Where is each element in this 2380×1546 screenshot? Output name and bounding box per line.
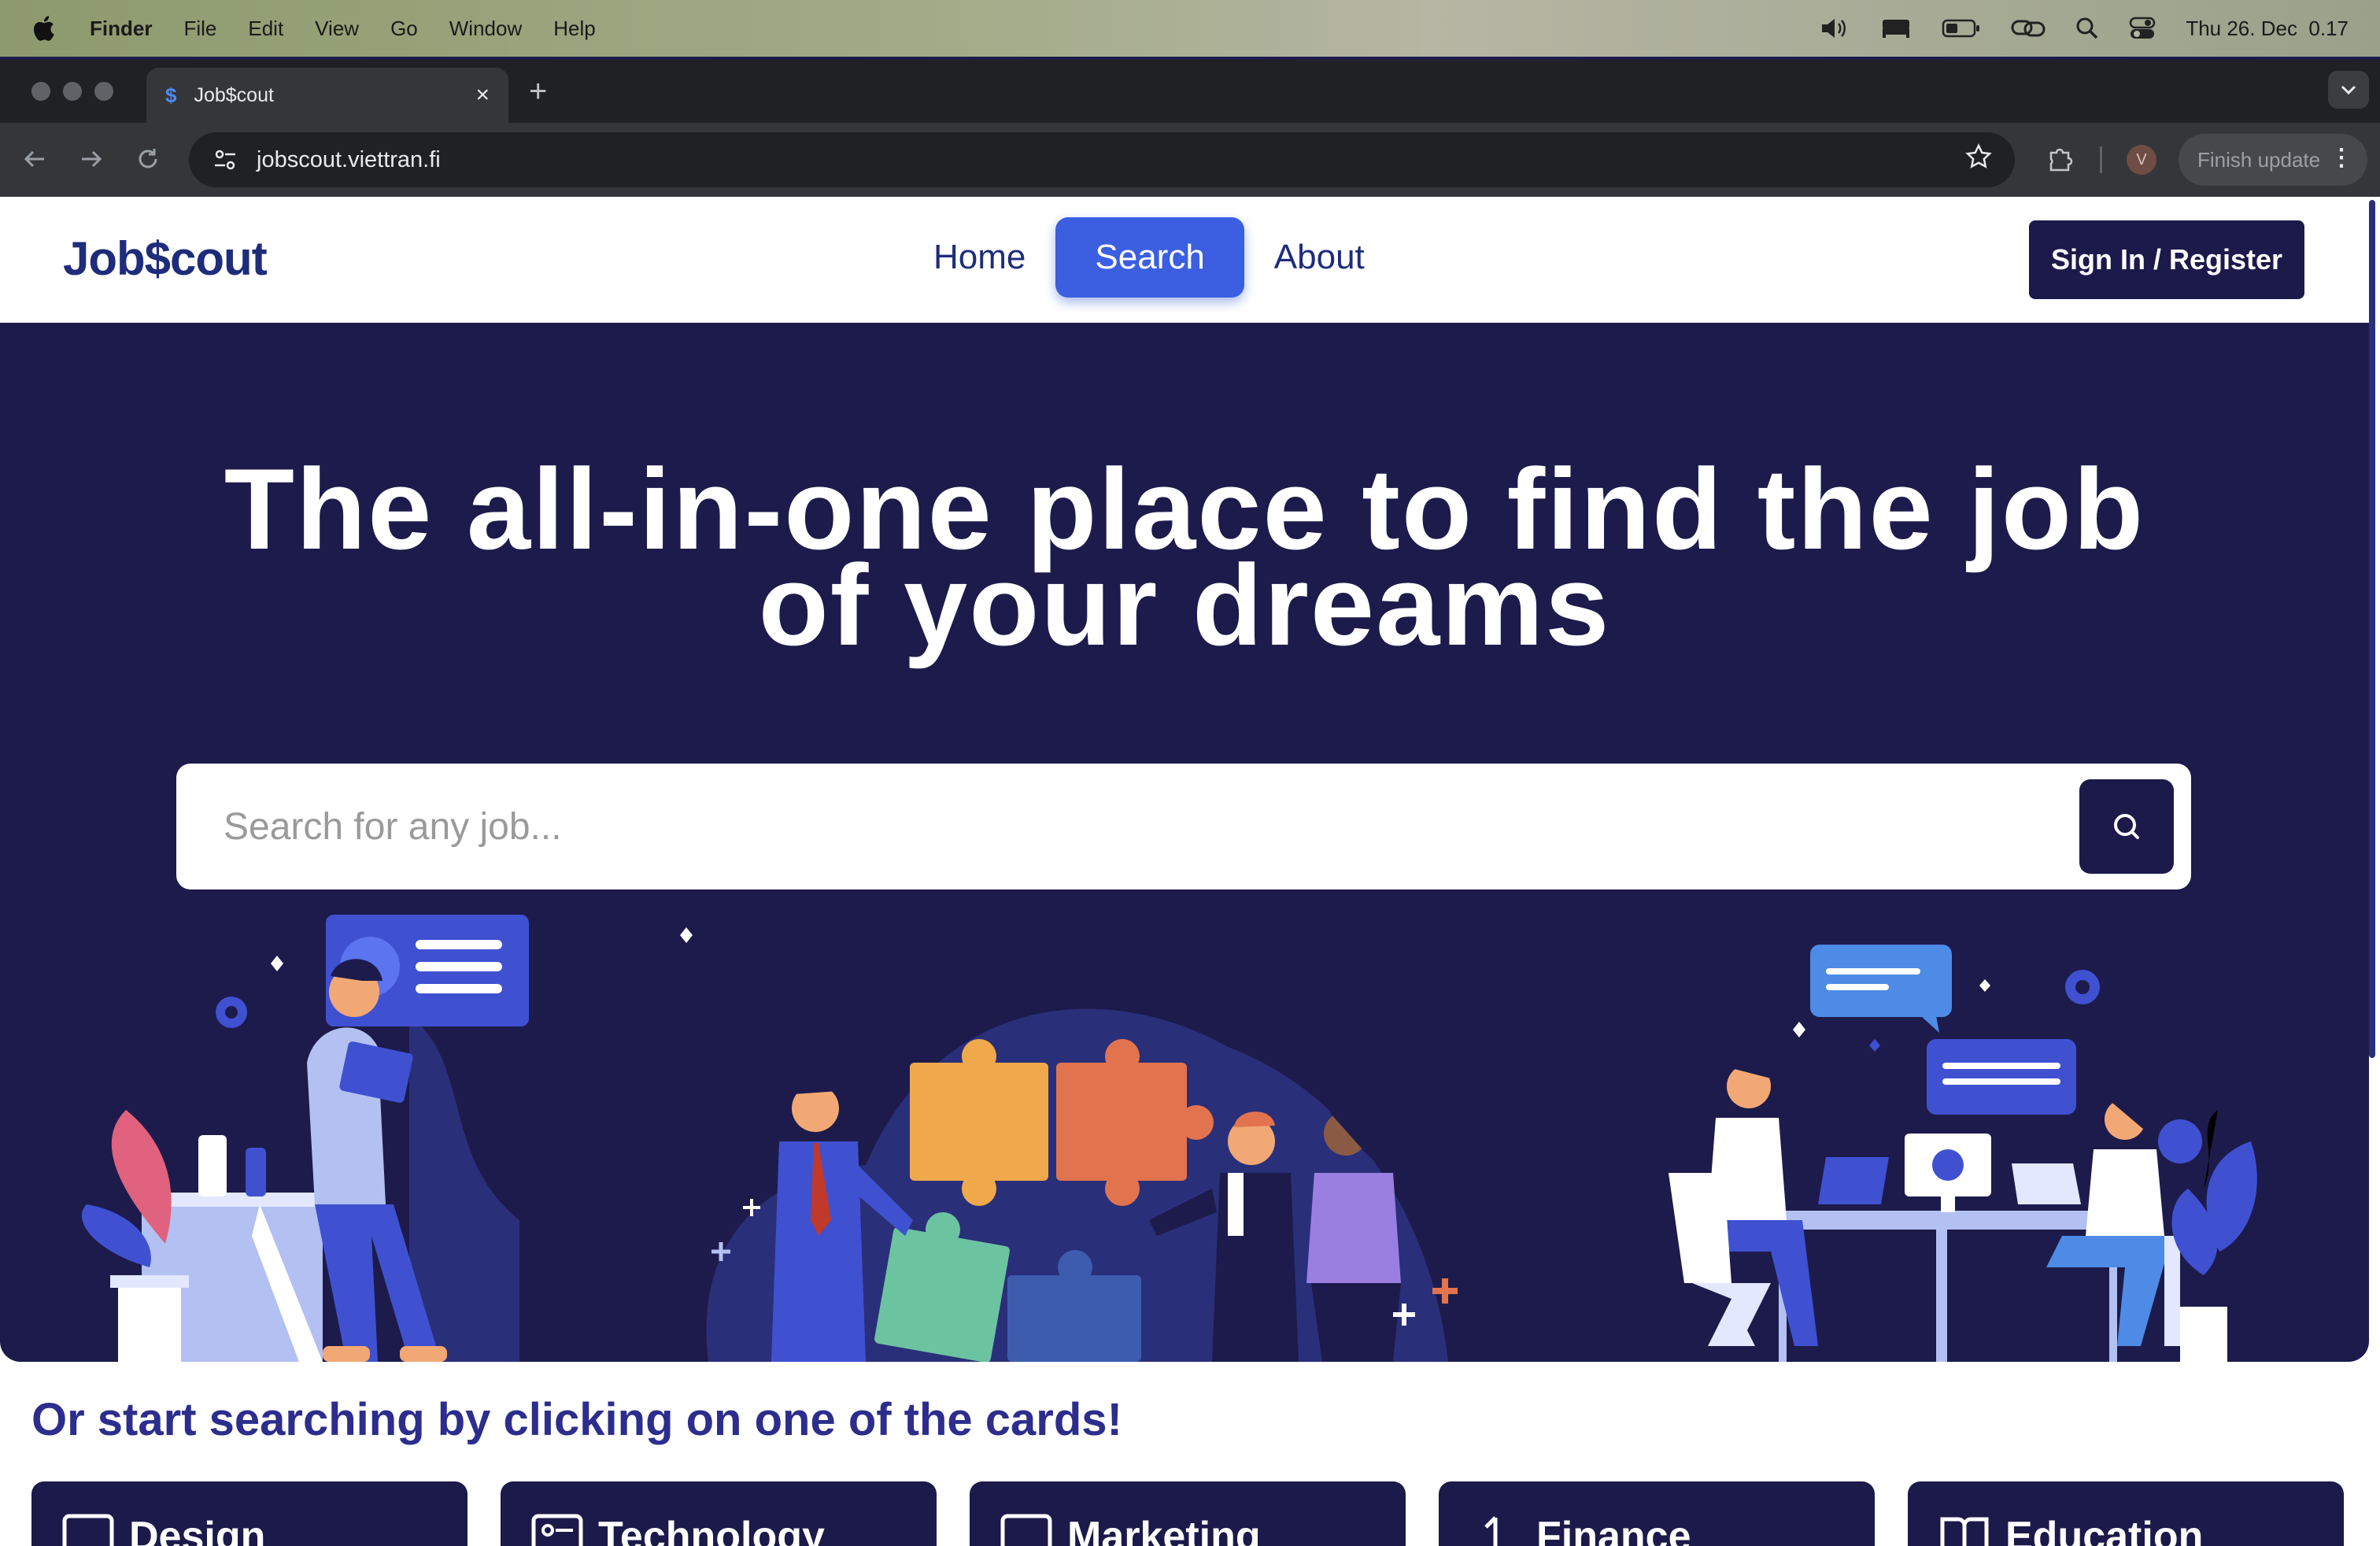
menubar-datetime[interactable]: Thu 26. Dec 0.17 bbox=[2186, 17, 2349, 41]
category-card-finance[interactable]: Finance bbox=[1439, 1481, 1875, 1546]
page-scrollbar[interactable] bbox=[2369, 200, 2375, 1058]
chevron-down-icon bbox=[2341, 85, 2356, 95]
menu-go[interactable]: Go bbox=[390, 17, 418, 41]
tab-title: Job$cout bbox=[194, 83, 274, 106]
url-text[interactable]: jobscout.viettran.fi bbox=[257, 147, 441, 173]
battery-icon[interactable] bbox=[1942, 18, 1981, 39]
close-window-button[interactable] bbox=[31, 82, 50, 101]
toolbar-divider bbox=[2100, 146, 2102, 173]
puzzle-team-illustration bbox=[706, 1008, 1458, 1362]
window-controls bbox=[31, 82, 113, 101]
menu-help[interactable]: Help bbox=[553, 17, 595, 41]
marketing-icon bbox=[1000, 1514, 1052, 1546]
nav-home[interactable]: Home bbox=[929, 217, 1030, 298]
zoom-window-button[interactable] bbox=[94, 82, 113, 101]
site-logo[interactable]: Job$cout bbox=[63, 231, 268, 286]
new-tab-button[interactable]: + bbox=[529, 76, 547, 107]
cards-heading: Or start searching by clicking on one of… bbox=[31, 1394, 1122, 1445]
search-submit-button[interactable] bbox=[2079, 779, 2174, 874]
extensions-puzzle-icon[interactable] bbox=[2045, 143, 2075, 177]
kebab-menu-icon[interactable]: ⋮ bbox=[2330, 146, 2353, 170]
finish-update-button[interactable]: Finish update ⋮ bbox=[2179, 134, 2367, 186]
volume-icon[interactable] bbox=[1819, 17, 1850, 40]
forward-arrow-icon[interactable] bbox=[77, 145, 105, 177]
category-card-education[interactable]: Education bbox=[1908, 1481, 2344, 1546]
bed-icon[interactable] bbox=[1880, 17, 1912, 40]
job-search-bar bbox=[176, 764, 2191, 890]
hero-section: The all-in-one place to find the job of … bbox=[0, 323, 2369, 1362]
presenter-illustration bbox=[81, 915, 693, 1362]
menu-file[interactable]: File bbox=[183, 17, 216, 41]
sign-in-register-button[interactable]: Sign In / Register bbox=[2029, 220, 2304, 299]
category-card-label: Education bbox=[2005, 1514, 2204, 1546]
bookmark-star-icon[interactable] bbox=[1964, 142, 1993, 177]
category-card-label: Technology bbox=[598, 1514, 825, 1546]
link-icon[interactable] bbox=[2011, 17, 2046, 40]
search-icon bbox=[2114, 814, 2139, 839]
design-icon bbox=[62, 1514, 114, 1546]
favicon-icon: $ bbox=[165, 83, 177, 107]
menu-finder[interactable]: Finder bbox=[90, 17, 152, 41]
office-desk-illustration bbox=[1669, 945, 2257, 1362]
menu-window[interactable]: Window bbox=[449, 17, 522, 41]
technology-icon bbox=[531, 1514, 583, 1546]
site-navbar: Job$cout Home Search About Sign In / Reg… bbox=[0, 197, 2369, 323]
nav-about[interactable]: About bbox=[1269, 217, 1369, 298]
category-card-label: Design bbox=[129, 1514, 266, 1546]
hero-title-line-2: of your dreams bbox=[758, 541, 1611, 669]
browser-toolbar: jobscout.viettran.fi V Finish update ⋮ bbox=[0, 123, 2380, 197]
apple-logo-icon[interactable] bbox=[31, 15, 55, 42]
minimize-window-button[interactable] bbox=[63, 82, 82, 101]
address-bar[interactable]: jobscout.viettran.fi bbox=[189, 132, 2015, 187]
hero-illustration bbox=[81, 915, 2257, 1362]
tab-search-button[interactable] bbox=[2328, 71, 2369, 109]
finance-icon bbox=[1484, 1516, 1498, 1546]
menu-edit[interactable]: Edit bbox=[248, 17, 283, 41]
control-center-icon[interactable] bbox=[2129, 17, 2156, 40]
category-card-technology[interactable]: Technology bbox=[501, 1481, 937, 1546]
category-card-marketing[interactable]: Marketing bbox=[970, 1481, 1406, 1546]
back-arrow-icon[interactable] bbox=[20, 145, 49, 177]
category-card-label: Finance bbox=[1536, 1514, 1691, 1546]
nav-search[interactable]: Search bbox=[1055, 217, 1244, 298]
browser-tab-strip: $ Job$cout × + bbox=[0, 60, 2380, 123]
spotlight-search-icon[interactable] bbox=[2075, 17, 2099, 40]
close-tab-icon[interactable]: × bbox=[475, 82, 490, 109]
profile-avatar[interactable]: V bbox=[2127, 145, 2156, 175]
nav-links: Home Search About bbox=[929, 217, 1369, 298]
reload-icon[interactable] bbox=[134, 145, 162, 177]
site-info-icon[interactable] bbox=[211, 146, 239, 174]
finish-update-label: Finish update bbox=[2197, 147, 2321, 172]
web-page: Job$cout Home Search About Sign In / Reg… bbox=[0, 197, 2380, 1546]
book-icon bbox=[1940, 1517, 1989, 1546]
hero-title: The all-in-one place to find the job of … bbox=[79, 452, 2290, 663]
category-card-label: Marketing bbox=[1067, 1514, 1261, 1546]
menu-view[interactable]: View bbox=[315, 17, 359, 41]
category-cards: Design Technology Marketing Finance Educ… bbox=[31, 1481, 2344, 1546]
browser-tab-active[interactable]: $ Job$cout × bbox=[146, 68, 508, 123]
category-card-design[interactable]: Design bbox=[31, 1481, 468, 1546]
job-search-input[interactable] bbox=[224, 804, 2034, 849]
macos-menubar: Finder File Edit View Go Window Help Thu… bbox=[0, 0, 2380, 57]
